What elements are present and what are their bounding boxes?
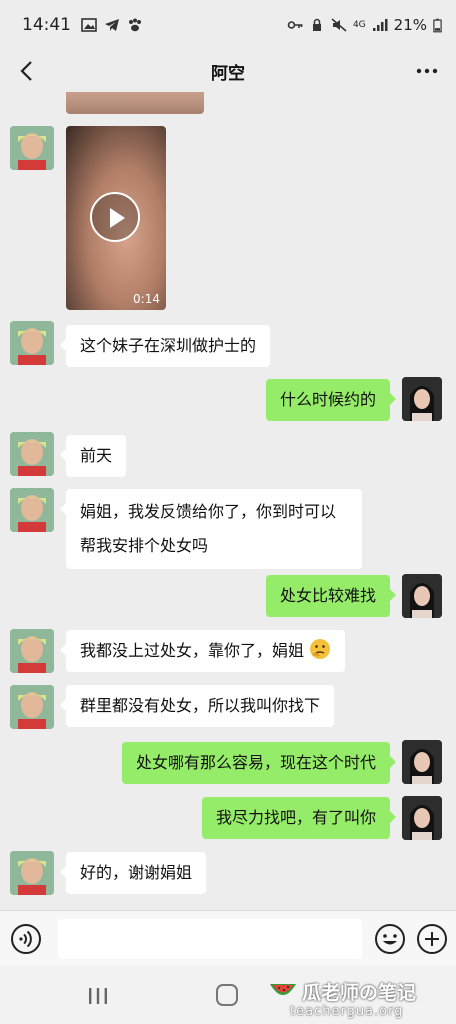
contact-avatar[interactable] bbox=[10, 432, 54, 476]
home-button[interactable] bbox=[216, 984, 238, 1006]
contact-avatar[interactable] bbox=[10, 629, 54, 673]
voice-input-icon[interactable] bbox=[10, 923, 42, 955]
play-icon[interactable] bbox=[90, 192, 140, 242]
thinking-emoji-icon bbox=[310, 639, 331, 659]
add-attachment-icon[interactable] bbox=[416, 923, 448, 955]
user-avatar[interactable] bbox=[402, 796, 442, 840]
user-avatar[interactable] bbox=[402, 377, 442, 421]
watermark-title: 瓜老师の笔记 bbox=[302, 982, 417, 1004]
contact-avatar[interactable] bbox=[10, 488, 54, 532]
watermelon-logo-icon bbox=[270, 984, 296, 995]
message-bubble[interactable]: 前天 bbox=[59, 435, 127, 477]
more-options-icon[interactable] bbox=[412, 56, 442, 86]
message-bubble[interactable]: 群里都没有处女，所以我叫你找下 bbox=[59, 685, 335, 727]
message-text: 我都没上过处女，靠你了，娟姐 bbox=[80, 641, 305, 660]
emoji-icon[interactable] bbox=[374, 923, 406, 955]
input-bar bbox=[0, 910, 456, 966]
key-icon bbox=[287, 21, 303, 29]
lock-icon bbox=[312, 18, 321, 31]
watermark-url: teachergua.org bbox=[290, 1004, 404, 1019]
chat-header: 阿空 bbox=[0, 50, 456, 92]
network-label: 4G bbox=[352, 20, 366, 30]
back-arrow-icon[interactable] bbox=[12, 56, 42, 86]
message-list[interactable]: 0:14 这个妹子在深圳做护士的 什么时候约的 前天 娟姐，我发反馈给你了，你到… bbox=[0, 92, 456, 910]
contact-avatar[interactable] bbox=[10, 851, 54, 895]
notification-icons bbox=[81, 18, 143, 32]
user-avatar[interactable] bbox=[402, 740, 442, 784]
contact-avatar[interactable] bbox=[10, 126, 54, 170]
video-message[interactable]: 0:14 bbox=[66, 126, 166, 310]
paw-icon bbox=[129, 18, 141, 32]
message-bubble[interactable]: 处女哪有那么容易，现在这个时代 bbox=[121, 742, 397, 784]
user-avatar[interactable] bbox=[402, 574, 442, 618]
message-bubble[interactable]: 我都没上过处女，靠你了，娟姐 bbox=[59, 630, 346, 672]
gallery-icon bbox=[81, 18, 97, 32]
battery-percent: 21% bbox=[393, 16, 427, 34]
message-bubble[interactable]: 这个妹子在深圳做护士的 bbox=[59, 325, 271, 367]
message-bubble[interactable]: 娟姐，我发反馈给你了，你到时可以帮我安排个处女吗 bbox=[60, 489, 362, 569]
message-input[interactable] bbox=[58, 919, 362, 959]
system-nav-bar: 瓜老师の笔记 teachergua.org bbox=[0, 966, 456, 1024]
watermark: 瓜老师の笔记 teachergua.org bbox=[268, 978, 450, 1024]
battery-icon bbox=[433, 18, 442, 32]
recent-apps-icon[interactable] bbox=[86, 986, 110, 1006]
contact-avatar[interactable] bbox=[10, 685, 54, 729]
status-bar: 14:41 4G 21% bbox=[0, 0, 456, 50]
clock: 14:41 bbox=[22, 15, 71, 35]
message-bubble[interactable]: 什么时候约的 bbox=[265, 379, 397, 421]
video-duration: 0:14 bbox=[133, 292, 160, 306]
telegram-icon bbox=[105, 19, 119, 31]
signal-icon bbox=[372, 19, 388, 31]
previous-media-thumbnail[interactable] bbox=[66, 92, 204, 114]
contact-name: 阿空 bbox=[211, 63, 245, 84]
mute-icon bbox=[331, 18, 347, 32]
message-bubble[interactable]: 处女比较难找 bbox=[265, 575, 397, 617]
system-status: 4G 21% bbox=[287, 16, 442, 34]
contact-avatar[interactable] bbox=[10, 321, 54, 365]
message-bubble[interactable]: 我尽力找吧，有了叫你 bbox=[201, 797, 397, 839]
message-bubble[interactable]: 好的，谢谢娟姐 bbox=[59, 852, 207, 894]
